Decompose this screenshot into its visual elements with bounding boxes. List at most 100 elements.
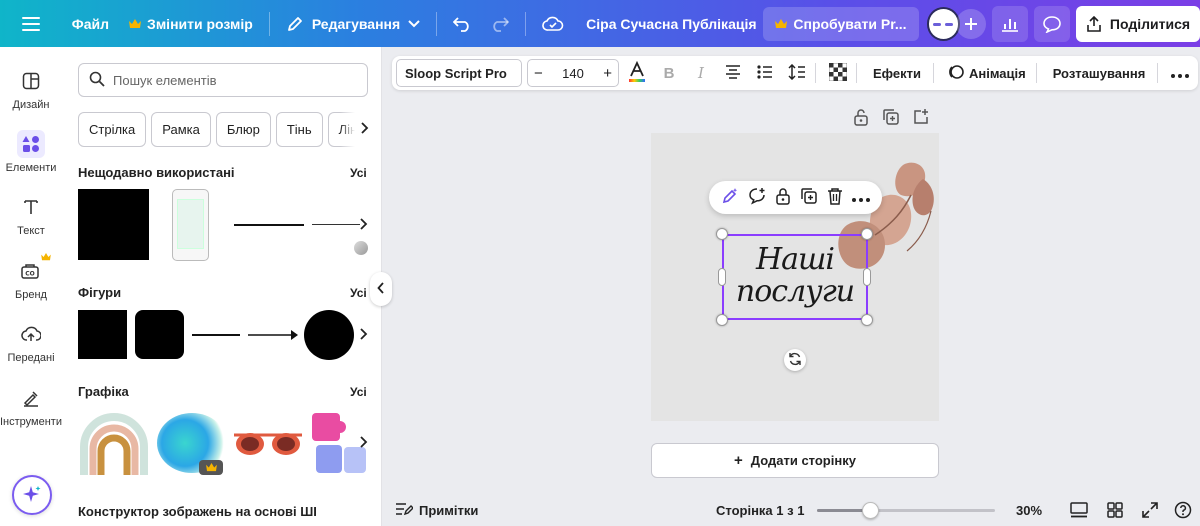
- resize-handle-top-left[interactable]: [716, 228, 728, 240]
- avatar[interactable]: [926, 6, 961, 41]
- add-comment-button[interactable]: [748, 187, 766, 208]
- graphic-rainbow[interactable]: [78, 411, 150, 477]
- spacing-button[interactable]: [783, 59, 811, 87]
- shape-arrow[interactable]: [248, 328, 300, 342]
- resize-handle-left[interactable]: [718, 268, 726, 286]
- recent-sphere[interactable]: [354, 241, 368, 255]
- undo-button[interactable]: [443, 8, 481, 40]
- shape-rounded-square[interactable]: [135, 310, 184, 359]
- try-pro-button[interactable]: Спробувати Pr...: [763, 6, 919, 41]
- rotate-handle[interactable]: [784, 349, 806, 371]
- document-title[interactable]: Сіра Сучасна Публікація ...: [574, 16, 759, 32]
- duplicate-element-button[interactable]: [800, 187, 818, 208]
- edit-mode-dropdown[interactable]: Редагування: [276, 8, 430, 40]
- list-button[interactable]: [751, 59, 779, 87]
- cloud-save-status[interactable]: [532, 8, 574, 40]
- rail-item-text[interactable]: Текст: [0, 193, 62, 237]
- brand-icon: CO: [17, 253, 51, 285]
- redo-button[interactable]: [481, 8, 519, 40]
- grid-icon: [1107, 501, 1123, 521]
- plus-icon: [964, 17, 978, 31]
- zoom-slider-thumb[interactable]: [862, 502, 879, 519]
- search-box[interactable]: [78, 63, 368, 97]
- page-view-button[interactable]: [1069, 501, 1089, 521]
- text-color-button[interactable]: [623, 59, 651, 87]
- rail-item-elements[interactable]: Елементи: [0, 130, 62, 174]
- chip-arrow[interactable]: Стрілка: [78, 112, 147, 147]
- sparkle-icon: [22, 484, 42, 507]
- chips-scroll-button[interactable]: [340, 112, 370, 147]
- menu-button[interactable]: [0, 8, 62, 40]
- font-size-value[interactable]: 140: [562, 66, 584, 81]
- see-all-shapes[interactable]: Усі: [350, 286, 367, 300]
- chip-blur[interactable]: Блюр: [215, 112, 271, 147]
- shapes-scroll-button[interactable]: [354, 325, 374, 345]
- resize-handle-top-right[interactable]: [861, 228, 873, 240]
- resize-handle-bottom-left[interactable]: [716, 314, 728, 326]
- lock-page-button[interactable]: [852, 108, 870, 129]
- lock-element-button[interactable]: [775, 187, 791, 208]
- magic-assistant-button[interactable]: [12, 475, 52, 515]
- effects-button[interactable]: Ефекти: [865, 59, 929, 87]
- increase-font-size-button[interactable]: +: [603, 65, 612, 82]
- collapse-panel-button[interactable]: [370, 272, 392, 306]
- comments-button[interactable]: [1034, 5, 1070, 42]
- see-all-graphics[interactable]: Усі: [350, 385, 367, 399]
- see-all-recent[interactable]: Усі: [350, 166, 367, 180]
- recent-line[interactable]: [234, 224, 304, 226]
- animation-label: Анімація: [968, 65, 1026, 81]
- font-family-selector[interactable]: Sloop Script Pro: [396, 59, 522, 87]
- bold-button[interactable]: B: [655, 59, 683, 87]
- help-button[interactable]: [1173, 501, 1193, 521]
- italic-button[interactable]: I: [687, 59, 715, 87]
- animation-button[interactable]: Анімація: [942, 59, 1032, 87]
- notes-label: Примітки: [419, 502, 479, 518]
- duplicate-page-button[interactable]: [882, 108, 900, 129]
- invite-button[interactable]: [956, 8, 987, 39]
- divider: [1157, 63, 1159, 83]
- align-button[interactable]: [719, 59, 747, 87]
- shape-line[interactable]: [192, 334, 240, 336]
- graphic-sunglasses[interactable]: [232, 429, 304, 459]
- page-indicator[interactable]: Сторінка 1 з 1: [716, 503, 804, 518]
- recent-phone-mockup[interactable]: [172, 189, 209, 261]
- recent-arrow-line[interactable]: [312, 224, 360, 225]
- insights-button[interactable]: [992, 5, 1029, 42]
- crown-icon: [129, 18, 142, 29]
- zoom-slider[interactable]: [817, 502, 995, 519]
- magic-edit-button[interactable]: [721, 187, 739, 208]
- cloud-check-icon: [542, 16, 564, 32]
- more-options-button[interactable]: [1166, 59, 1194, 87]
- search-input[interactable]: [113, 72, 353, 88]
- fullscreen-button[interactable]: [1140, 501, 1160, 521]
- recent-scroll-button[interactable]: [354, 215, 374, 235]
- resize-handle-right[interactable]: [863, 268, 871, 286]
- position-button[interactable]: Розташування: [1045, 59, 1154, 87]
- rail-item-design[interactable]: Дизайн: [0, 67, 62, 111]
- shape-circle[interactable]: [304, 310, 354, 360]
- font-size-stepper: − 140 +: [527, 59, 619, 87]
- share-button[interactable]: Поділитися: [1075, 5, 1200, 42]
- resize-label: Змінити розмір: [147, 15, 253, 32]
- add-page-button[interactable]: + Додати сторінку: [651, 443, 939, 478]
- rail-label: Бренд: [15, 289, 47, 301]
- grid-view-button[interactable]: [1105, 501, 1125, 521]
- rail-item-tools[interactable]: Інструменти: [0, 384, 62, 428]
- shape-square[interactable]: [78, 310, 127, 359]
- chip-frame[interactable]: Рамка: [151, 112, 211, 147]
- transparency-button[interactable]: [824, 59, 852, 87]
- graphics-scroll-button[interactable]: [354, 433, 374, 453]
- resize-handle-bottom-right[interactable]: [861, 314, 873, 326]
- chip-shadow[interactable]: Тінь: [275, 112, 323, 147]
- delete-element-button[interactable]: [827, 187, 843, 208]
- more-element-options-button[interactable]: [851, 190, 870, 205]
- recent-black-square[interactable]: [78, 189, 149, 260]
- file-menu-button[interactable]: Файл: [62, 8, 119, 40]
- add-page-icon-button[interactable]: [912, 108, 930, 129]
- rail-item-brand[interactable]: CO Бренд: [0, 253, 62, 301]
- rail-item-uploads[interactable]: Передані: [0, 320, 62, 364]
- decrease-font-size-button[interactable]: −: [534, 65, 543, 82]
- resize-button[interactable]: Змінити розмір: [119, 8, 263, 40]
- notes-button[interactable]: Примітки: [395, 501, 478, 520]
- zoom-level[interactable]: 30%: [1016, 503, 1042, 518]
